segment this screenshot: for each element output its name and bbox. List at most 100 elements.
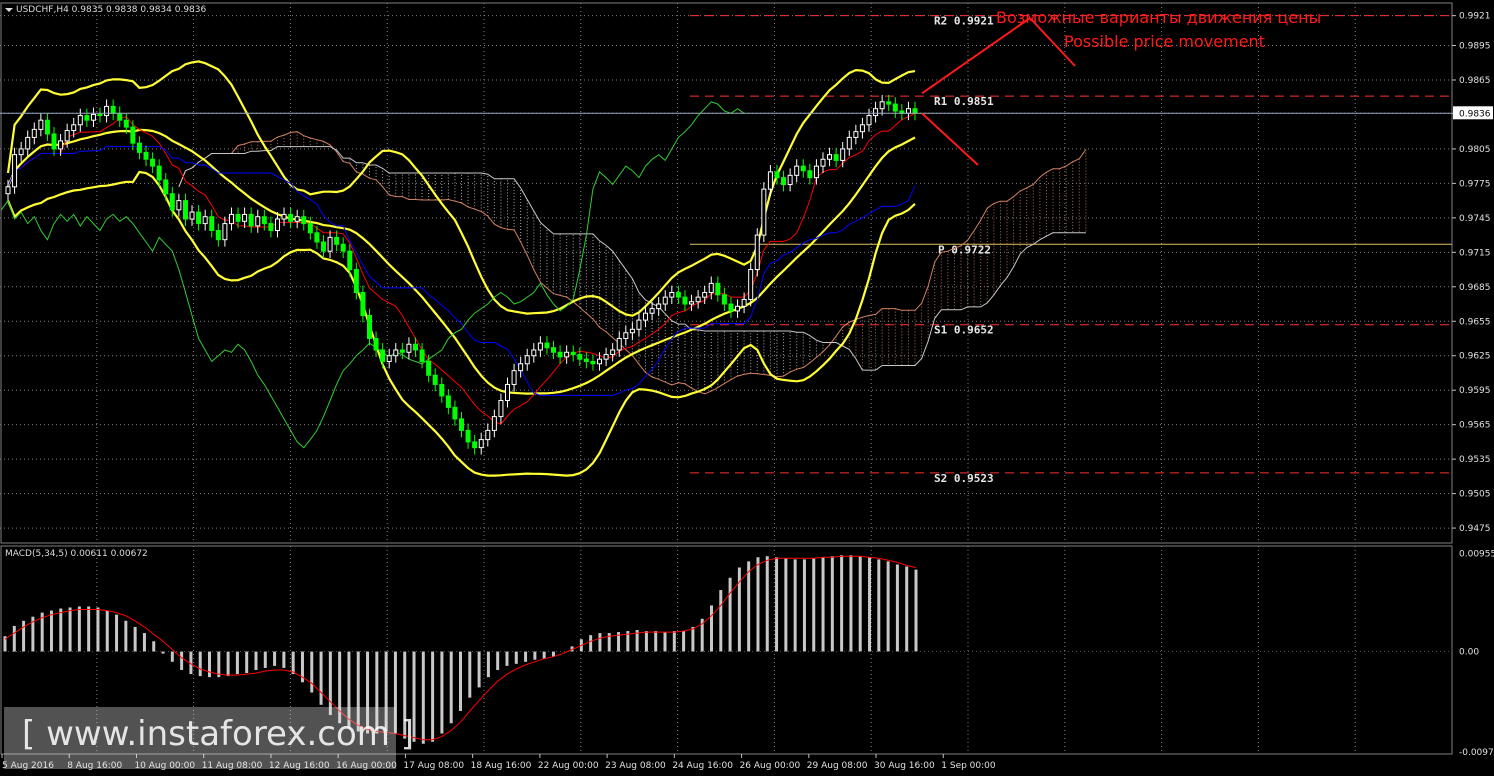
candle-up xyxy=(255,216,261,227)
candle-down xyxy=(44,119,50,135)
price-tick-label: 0.9895 xyxy=(1459,42,1491,52)
candle-down xyxy=(459,418,464,431)
price-tick-label: 0.9715 xyxy=(1459,248,1491,258)
price-tick-label: 0.9505 xyxy=(1459,490,1491,500)
candle-up xyxy=(228,213,234,225)
forecast-arrows xyxy=(921,17,1076,166)
candle-up xyxy=(478,439,484,449)
candle-down xyxy=(130,126,136,144)
candle-down xyxy=(320,241,326,252)
candle-up xyxy=(222,223,228,241)
candle-up xyxy=(485,429,491,441)
candle-down xyxy=(380,349,386,362)
price-tick-label: 0.9565 xyxy=(1459,421,1491,431)
candle-up xyxy=(274,218,280,231)
candle-up xyxy=(840,148,846,161)
candle-up xyxy=(77,115,83,126)
candle-up xyxy=(702,292,708,298)
candle-up xyxy=(866,115,872,126)
pivot-label-S2: S2 0.9523 xyxy=(934,472,994,485)
candle-down xyxy=(682,296,688,305)
current-price-label: 0.9836 xyxy=(1459,109,1491,119)
candle-down xyxy=(209,216,215,231)
candle-up xyxy=(662,296,668,305)
price-tick-label: 0.9775 xyxy=(1459,179,1491,189)
price-tick-label: 0.9535 xyxy=(1459,455,1491,465)
candle-down xyxy=(307,223,313,234)
candle-up xyxy=(242,213,248,222)
candle-down xyxy=(419,349,425,362)
candle-up xyxy=(386,355,392,362)
candle-down xyxy=(334,236,340,245)
candle-down xyxy=(268,223,274,231)
time-tick-label: 26 Aug 00:00 xyxy=(740,761,801,771)
candle-up xyxy=(564,351,570,358)
price-tick-label: 0.9921 xyxy=(1459,12,1491,22)
candle-down xyxy=(366,315,372,339)
candle-up xyxy=(610,349,616,356)
candle-up xyxy=(294,216,300,222)
candle-up xyxy=(518,363,524,372)
candle-down xyxy=(728,303,734,312)
pivot-label-S1: S1 0.9652 xyxy=(934,324,994,337)
pivot-label-R2: R2 0.9921 xyxy=(934,15,994,28)
price-tick-label: 0.9805 xyxy=(1459,145,1491,155)
candle-down xyxy=(399,349,405,353)
candle-down xyxy=(800,165,806,172)
candle-down xyxy=(97,113,103,117)
candle-up xyxy=(827,154,833,160)
candle-down xyxy=(51,133,57,150)
candle-down xyxy=(353,269,359,294)
candle-down xyxy=(445,395,451,408)
candle-down xyxy=(590,360,596,365)
candle-down xyxy=(110,105,116,114)
forecast-title-ru: Возможные варианты движения цены xyxy=(996,8,1322,27)
candle-up xyxy=(491,416,497,431)
candle-up xyxy=(813,165,819,179)
time-tick-label: 24 Aug 16:00 xyxy=(672,761,733,771)
candle-down xyxy=(675,292,681,298)
bollinger-upper xyxy=(6,60,916,317)
chart-menu-arrow-icon[interactable] xyxy=(5,8,13,12)
candle-down xyxy=(261,216,267,225)
candle-up xyxy=(853,131,859,138)
candle-up xyxy=(754,234,760,271)
candle-down xyxy=(156,165,162,181)
pivot-label-P: P 0.9722 xyxy=(938,243,991,256)
candle-down xyxy=(301,216,307,225)
candle-up xyxy=(846,136,852,150)
candle-up xyxy=(689,301,695,305)
symbol-info: USDCHF,H4 0.9835 0.9838 0.9834 0.9836 xyxy=(16,5,207,15)
candle-up xyxy=(643,312,649,321)
candle-down xyxy=(721,294,727,305)
candle-down xyxy=(807,170,813,179)
candle-up xyxy=(189,211,195,220)
macd-tick-label: 0.00 xyxy=(1459,648,1479,658)
candle-up xyxy=(537,342,543,351)
candle-down xyxy=(143,151,149,160)
forecast-title-en: Possible price movement xyxy=(1064,32,1265,51)
candle-down xyxy=(314,232,320,243)
candle-up xyxy=(104,105,110,117)
time-tick-label: 22 Aug 00:00 xyxy=(538,761,599,771)
candle-up xyxy=(597,358,603,365)
candle-down xyxy=(215,229,221,241)
candle-down xyxy=(150,158,156,167)
candle-up xyxy=(879,101,885,110)
candle-up xyxy=(12,154,18,188)
candle-up xyxy=(761,188,767,236)
candle-up xyxy=(281,213,287,220)
candle-up xyxy=(90,113,96,121)
candle-up xyxy=(708,282,714,294)
time-tick-label: 29 Aug 08:00 xyxy=(807,761,868,771)
candle-down xyxy=(833,154,839,161)
price-tick-label: 0.9595 xyxy=(1459,386,1491,396)
candle-up xyxy=(71,124,77,132)
trading-chart[interactable]: R2 0.9921 R1 0.9851 P 0.9722 S1 0.9652 S2 0.… xyxy=(0,0,1494,776)
candle-up xyxy=(393,349,399,357)
time-tick-label: 1 Sep 00:00 xyxy=(941,761,996,771)
candle-up xyxy=(603,354,609,360)
candle-up xyxy=(176,200,182,211)
forecast-up-arrow xyxy=(921,17,1031,95)
candle-down xyxy=(347,250,353,271)
